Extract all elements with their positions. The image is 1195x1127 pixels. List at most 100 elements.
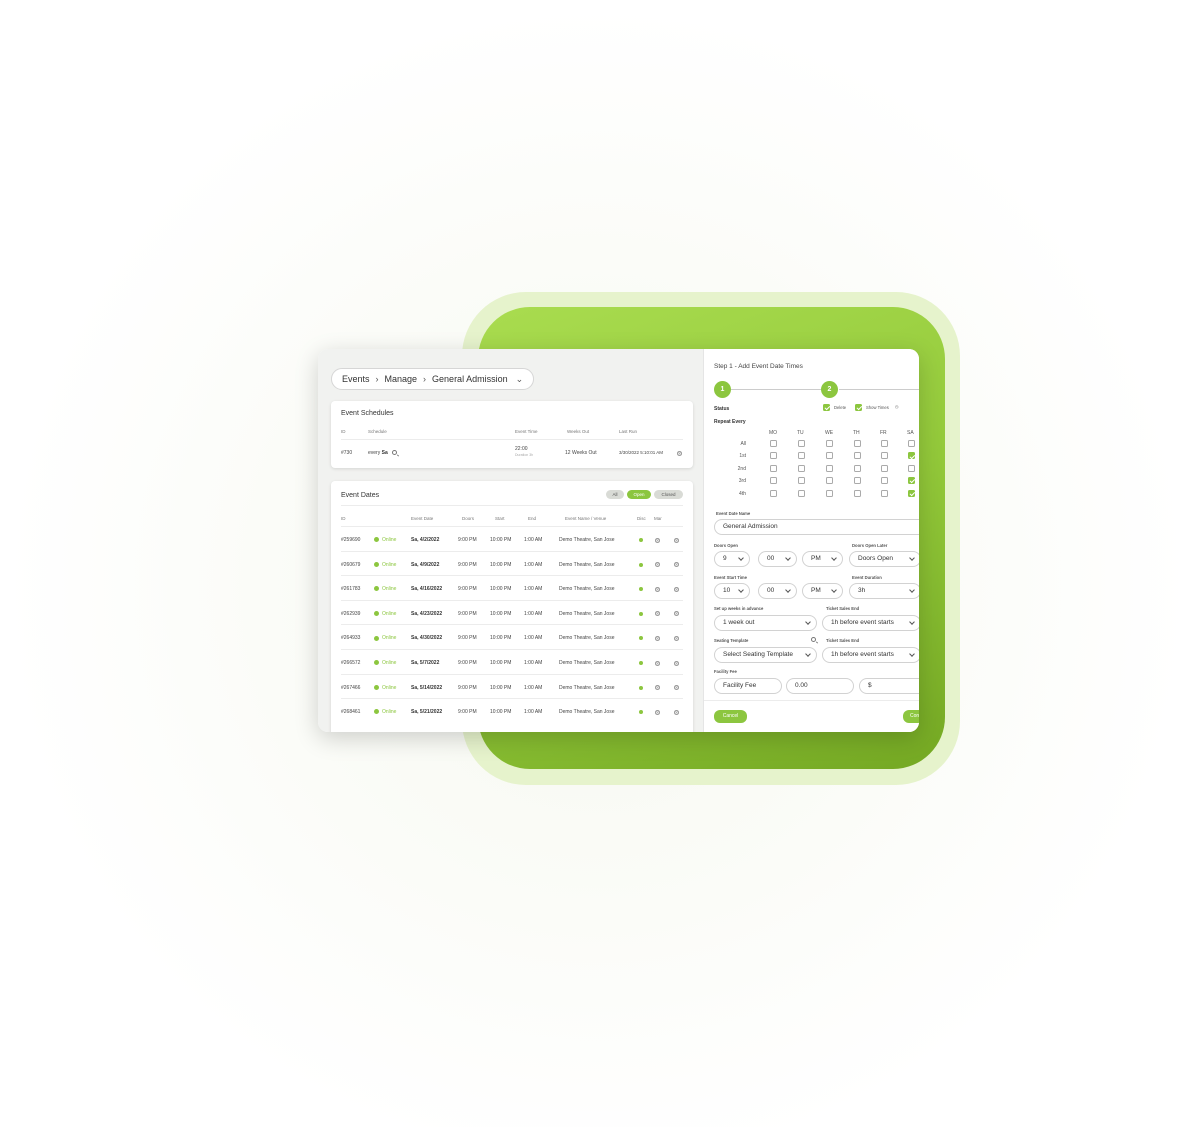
repeat-checkbox[interactable] (881, 489, 888, 497)
ticket-sales-end-2-select[interactable]: 1h before event starts (822, 647, 919, 663)
step-1-indicator[interactable]: 1 (714, 381, 731, 398)
seating-template-select[interactable]: Select Seating Template (714, 647, 817, 663)
date-row-id[interactable]: #262939 (341, 611, 360, 617)
date-row-id[interactable]: #261783 (341, 586, 360, 592)
repeat-checkbox[interactable] (798, 440, 805, 447)
date-row-id[interactable]: #259690 (341, 537, 360, 543)
date-row-id[interactable]: #266572 (341, 660, 360, 666)
date-row-end: 1:00 AM (524, 709, 543, 716)
repeat-checkbox[interactable] (854, 464, 861, 472)
gear-icon[interactable] (655, 660, 660, 666)
search-icon[interactable] (811, 637, 816, 642)
repeat-checkbox[interactable] (854, 440, 861, 447)
gear-icon[interactable] (655, 611, 660, 617)
date-row-doors: 9:00 PM (458, 586, 477, 593)
facility-fee-name-input[interactable]: Facility Fee (714, 678, 782, 694)
week-label-1st: 1st (739, 453, 746, 460)
repeat-checkbox[interactable] (826, 489, 833, 497)
facility-fee-amount-input[interactable]: 0.00 (786, 678, 854, 694)
date-row-doors: 9:00 PM (458, 537, 477, 543)
gear-icon[interactable] (655, 709, 660, 715)
date-row-id[interactable]: #264933 (341, 635, 360, 641)
start-ampm-select[interactable]: PM (802, 583, 843, 599)
repeat-checkbox[interactable] (908, 440, 915, 447)
date-row-status: Online (374, 660, 396, 666)
gear-icon[interactable] (674, 611, 679, 617)
gear-icon[interactable] (655, 635, 660, 641)
date-row-id[interactable]: #260679 (341, 562, 360, 568)
repeat-checkbox[interactable] (826, 464, 833, 472)
repeat-checkbox[interactable] (770, 464, 777, 472)
event-duration-select[interactable]: 3h (849, 583, 919, 599)
repeat-checkbox[interactable] (798, 464, 805, 472)
repeat-checkbox[interactable] (770, 452, 777, 460)
repeat-checkbox[interactable] (881, 452, 888, 460)
start-minute-select[interactable]: 00 (758, 583, 797, 599)
gear-icon[interactable] (674, 562, 679, 568)
repeat-checkbox[interactable] (908, 477, 915, 485)
schedule-id[interactable]: #730 (341, 450, 352, 456)
repeat-checkbox[interactable] (770, 477, 777, 485)
date-row-id[interactable]: #268461 (341, 709, 360, 715)
filter-closed[interactable]: Closed (654, 490, 683, 499)
breadcrumb-events[interactable]: Events (342, 374, 370, 384)
gear-icon[interactable] (655, 586, 660, 592)
repeat-checkbox[interactable] (770, 489, 777, 497)
doors-hour-select[interactable]: 9 (714, 551, 750, 567)
wizard-panel: Step 1 - Add Event Date Times 1 2 Status… (703, 349, 919, 732)
chevron-down-icon (909, 555, 915, 561)
repeat-checkbox[interactable] (798, 489, 805, 497)
date-row-id[interactable]: #267466 (341, 685, 360, 691)
weeks-advance-label: Set up weeks in advance (714, 606, 764, 611)
repeat-checkbox[interactable] (826, 477, 833, 485)
date-row-date: Sa, 4/16/2022 (411, 586, 443, 593)
gear-icon[interactable] (655, 537, 660, 543)
weeks-advance-select[interactable]: 1 week out (714, 615, 817, 631)
search-icon[interactable] (392, 450, 397, 455)
delete-checkbox[interactable] (823, 404, 830, 411)
repeat-checkbox[interactable] (770, 440, 777, 447)
repeat-checkbox[interactable] (798, 477, 805, 485)
gear-icon[interactable] (674, 685, 679, 691)
repeat-checkbox[interactable] (881, 477, 888, 485)
repeat-checkbox[interactable] (826, 452, 833, 460)
col-id: ID (341, 516, 346, 521)
repeat-checkbox[interactable] (854, 452, 861, 460)
repeat-checkbox[interactable] (826, 440, 833, 447)
repeat-checkbox[interactable] (881, 464, 888, 472)
event-schedules-card: Event Schedules ID Schedule Event Time W… (331, 401, 693, 468)
cancel-button[interactable]: Cancel (714, 710, 747, 723)
repeat-checkbox[interactable] (908, 464, 915, 472)
gear-icon[interactable] (674, 709, 679, 715)
date-row-venue: Demo Theatre, San Jose (559, 709, 615, 716)
doors-ampm-select[interactable]: PM (802, 551, 843, 567)
repeat-checkbox[interactable] (908, 452, 915, 460)
step-2-indicator[interactable]: 2 (821, 381, 838, 398)
doors-open-later-select[interactable]: Doors Open (849, 551, 919, 567)
repeat-checkbox[interactable] (881, 440, 888, 447)
continue-button[interactable]: Con (903, 710, 919, 723)
filter-all[interactable]: All (606, 490, 624, 499)
start-hour-select[interactable]: 10 (714, 583, 750, 599)
repeat-checkbox[interactable] (854, 489, 861, 497)
gear-icon[interactable] (674, 635, 679, 641)
event-date-name-input[interactable]: General Admission (714, 519, 919, 535)
col-doors: Doors (462, 516, 475, 521)
gear-icon[interactable] (674, 537, 679, 543)
gear-icon[interactable] (677, 451, 682, 456)
doors-minute-select[interactable]: 00 (758, 551, 797, 567)
gear-icon[interactable] (674, 586, 679, 592)
gear-icon[interactable] (655, 562, 660, 568)
repeat-checkbox[interactable] (798, 452, 805, 460)
repeat-checkbox[interactable] (908, 489, 915, 497)
repeat-checkbox[interactable] (854, 477, 861, 485)
breadcrumb-manage[interactable]: Manage (385, 374, 418, 384)
gear-icon[interactable] (674, 660, 679, 666)
gear-icon[interactable] (655, 685, 660, 691)
filter-open[interactable]: Open (627, 490, 651, 499)
chevron-down-icon[interactable]: ⌄ (516, 374, 524, 385)
ticket-sales-end-select[interactable]: 1h before event starts (822, 615, 919, 631)
show-times-checkbox[interactable] (855, 404, 862, 411)
facility-fee-currency-input[interactable]: $ (859, 678, 919, 694)
breadcrumb-general-admission[interactable]: General Admission (432, 374, 508, 384)
